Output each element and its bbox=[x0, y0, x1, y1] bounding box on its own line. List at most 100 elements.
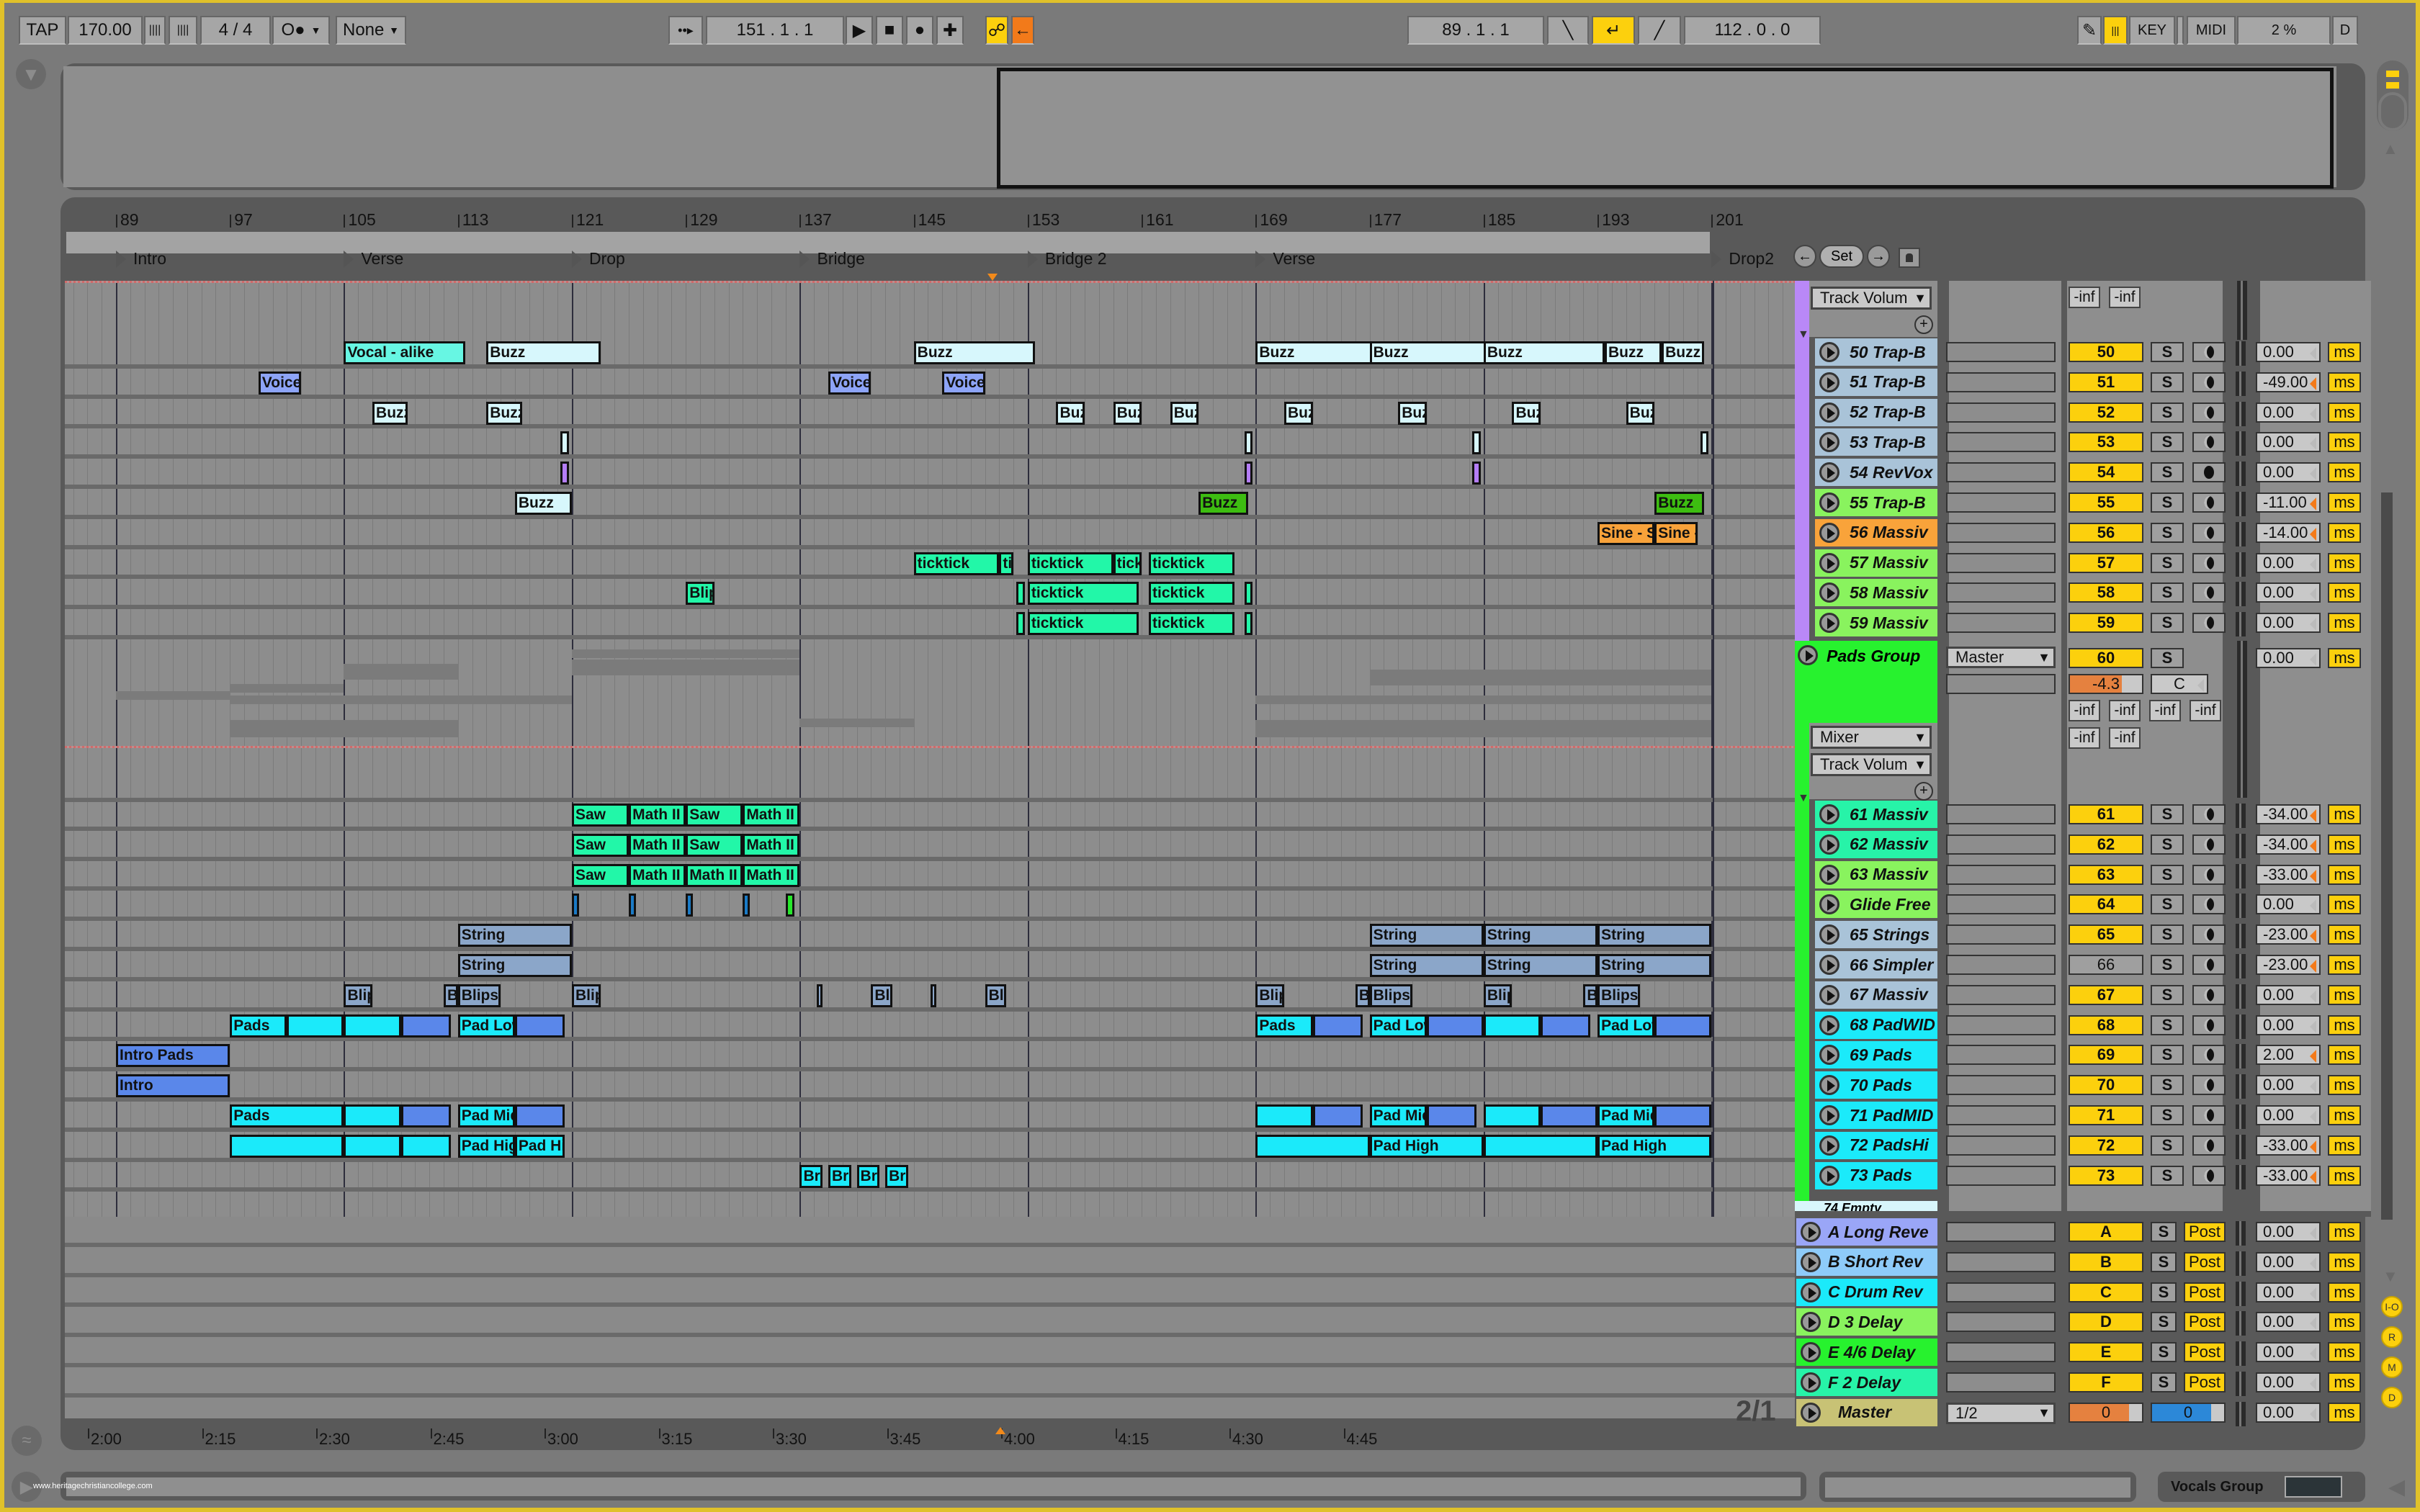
clip[interactable]: Voice bbox=[258, 371, 302, 395]
fold-track-icon[interactable] bbox=[1801, 1251, 1821, 1272]
overview-visible-region[interactable] bbox=[997, 68, 2334, 189]
track-delay-field[interactable]: 0.00 bbox=[2256, 1075, 2321, 1096]
input-routing[interactable] bbox=[1946, 1372, 2056, 1392]
arm-button[interactable] bbox=[2192, 894, 2226, 915]
solo-button[interactable]: S bbox=[2151, 1222, 2177, 1242]
solo-button[interactable]: S bbox=[2151, 804, 2184, 824]
delay-unit-button[interactable]: ms bbox=[2328, 1342, 2361, 1363]
track-header[interactable]: F 2 Delay bbox=[1796, 1369, 1937, 1396]
clip[interactable]: String bbox=[1483, 954, 1598, 977]
solo-button[interactable]: S bbox=[2151, 582, 2184, 603]
delay-unit-button[interactable]: ms bbox=[2328, 1045, 2361, 1066]
solo-button[interactable]: S bbox=[2151, 1312, 2177, 1333]
track-delay-field[interactable]: 0.00 bbox=[2256, 1402, 2321, 1423]
track-delay-field[interactable]: -34.00 bbox=[2256, 804, 2321, 824]
track-delay-field[interactable]: -34.00 bbox=[2256, 834, 2321, 855]
input-routing[interactable] bbox=[1946, 582, 2056, 603]
clip[interactable] bbox=[1016, 582, 1025, 606]
arm-button[interactable] bbox=[2192, 1165, 2226, 1186]
arm-button[interactable] bbox=[2192, 1075, 2226, 1096]
track-delay-field[interactable]: 0.00 bbox=[2256, 342, 2321, 362]
clip[interactable]: Pad High bbox=[457, 1134, 515, 1158]
track-delay-field[interactable]: 0.00 bbox=[2256, 1342, 2321, 1363]
clip[interactable] bbox=[1472, 431, 1481, 455]
clip[interactable] bbox=[1541, 1014, 1591, 1038]
clip[interactable]: Saw bbox=[571, 863, 629, 887]
track-lane[interactable] bbox=[65, 1041, 1795, 1072]
track-delay-field[interactable]: -11.00 bbox=[2256, 492, 2321, 513]
arm-button[interactable] bbox=[2192, 342, 2226, 362]
delay-unit-button[interactable]: ms bbox=[2328, 432, 2361, 453]
loop-length-field[interactable]: 112 . 0 . 0 bbox=[1684, 16, 1821, 45]
clip[interactable] bbox=[1426, 1014, 1484, 1038]
arm-button[interactable] bbox=[2192, 462, 2226, 483]
stop-button[interactable]: ■ bbox=[876, 16, 903, 45]
track-lane[interactable] bbox=[65, 891, 1795, 922]
track-delay-field[interactable]: -33.00 bbox=[2256, 1135, 2321, 1156]
delay-unit-button[interactable]: ms bbox=[2328, 613, 2361, 634]
fold-track-icon[interactable] bbox=[1819, 552, 1839, 573]
nudge-down-button[interactable]: |||| bbox=[144, 16, 166, 45]
arm-button[interactable] bbox=[2192, 492, 2226, 513]
send-value[interactable]: -inf bbox=[2109, 287, 2141, 308]
clip[interactable] bbox=[400, 1134, 451, 1158]
track-header[interactable]: B Short Rev bbox=[1796, 1248, 1937, 1276]
clip[interactable] bbox=[817, 984, 823, 1007]
track-delay-field[interactable]: 0.00 bbox=[2256, 613, 2321, 634]
clip[interactable] bbox=[400, 1014, 451, 1038]
clip[interactable]: Pads bbox=[230, 1104, 344, 1128]
input-routing[interactable] bbox=[1946, 834, 2056, 855]
solo-button[interactable]: S bbox=[2151, 1251, 2177, 1272]
fold-track-icon[interactable] bbox=[1819, 955, 1839, 975]
clip[interactable]: Blips bbox=[571, 984, 601, 1007]
track-lane[interactable] bbox=[65, 459, 1795, 489]
track-lane[interactable] bbox=[65, 428, 1795, 459]
clip[interactable]: Blips bbox=[1369, 984, 1412, 1007]
clip[interactable]: Math II bbox=[686, 863, 743, 887]
arm-button[interactable] bbox=[2192, 804, 2226, 824]
clip[interactable]: Bridge bbox=[856, 1164, 880, 1188]
solo-button[interactable]: S bbox=[2151, 1165, 2184, 1186]
next-locator-button[interactable]: → bbox=[1867, 245, 1890, 268]
clip[interactable]: Bridge bbox=[799, 1164, 823, 1188]
delay-unit-button[interactable]: ms bbox=[2328, 522, 2361, 543]
track-activator-button[interactable]: 61 bbox=[2069, 804, 2143, 824]
input-routing[interactable] bbox=[1946, 984, 2056, 1005]
track-delay-field[interactable]: 0.00 bbox=[2256, 1372, 2321, 1392]
metronome-button[interactable]: O● ▼ bbox=[272, 16, 330, 45]
clip[interactable]: Buzz bbox=[1512, 401, 1541, 425]
arm-button[interactable] bbox=[2192, 1135, 2226, 1156]
lock-envelopes-button[interactable] bbox=[1899, 248, 1920, 268]
follow-button[interactable]: ••▸ bbox=[668, 16, 703, 45]
input-routing[interactable] bbox=[1946, 402, 2056, 423]
fold-track-icon[interactable] bbox=[1819, 492, 1839, 513]
clip[interactable]: Sine - Saw bbox=[1597, 521, 1655, 545]
fold-track-icon[interactable] bbox=[1819, 402, 1839, 423]
clip[interactable] bbox=[629, 894, 636, 917]
track-activator-button[interactable]: 64 bbox=[2069, 894, 2143, 915]
track-delay-field[interactable]: -23.00 bbox=[2256, 924, 2321, 945]
delay-unit-button[interactable]: ms bbox=[2328, 894, 2361, 915]
track-activator-button[interactable]: A bbox=[2069, 1222, 2143, 1242]
delay-unit-button[interactable]: ms bbox=[2328, 1135, 2361, 1156]
arm-button[interactable] bbox=[2192, 1105, 2226, 1125]
return-lane[interactable] bbox=[65, 1307, 1795, 1338]
solo-button[interactable]: S bbox=[2151, 924, 2184, 945]
clip[interactable]: Buzz bbox=[1369, 341, 1491, 364]
output-routing-dropdown[interactable]: Master bbox=[1946, 647, 2056, 668]
locator[interactable]: Drop2 bbox=[1711, 249, 1774, 269]
track-activator-button[interactable]: 60 bbox=[2069, 648, 2143, 668]
selected-track-indicator[interactable]: Vocals Group bbox=[2158, 1472, 2365, 1502]
prev-locator-button[interactable]: ← bbox=[1793, 245, 1816, 268]
input-routing[interactable] bbox=[1946, 1312, 2056, 1333]
input-routing[interactable] bbox=[1946, 1135, 2056, 1156]
midi-map-button[interactable]: MIDI bbox=[2187, 16, 2236, 45]
arm-button[interactable] bbox=[2192, 613, 2226, 634]
track-activator-button[interactable]: 71 bbox=[2069, 1105, 2143, 1125]
clip[interactable] bbox=[785, 894, 794, 917]
track-activator-button[interactable]: 72 bbox=[2069, 1135, 2143, 1156]
clip[interactable]: Voice bbox=[942, 371, 985, 395]
input-routing[interactable] bbox=[1946, 342, 2056, 362]
clip[interactable] bbox=[686, 894, 694, 917]
delay-unit-button[interactable]: ms bbox=[2328, 648, 2361, 668]
